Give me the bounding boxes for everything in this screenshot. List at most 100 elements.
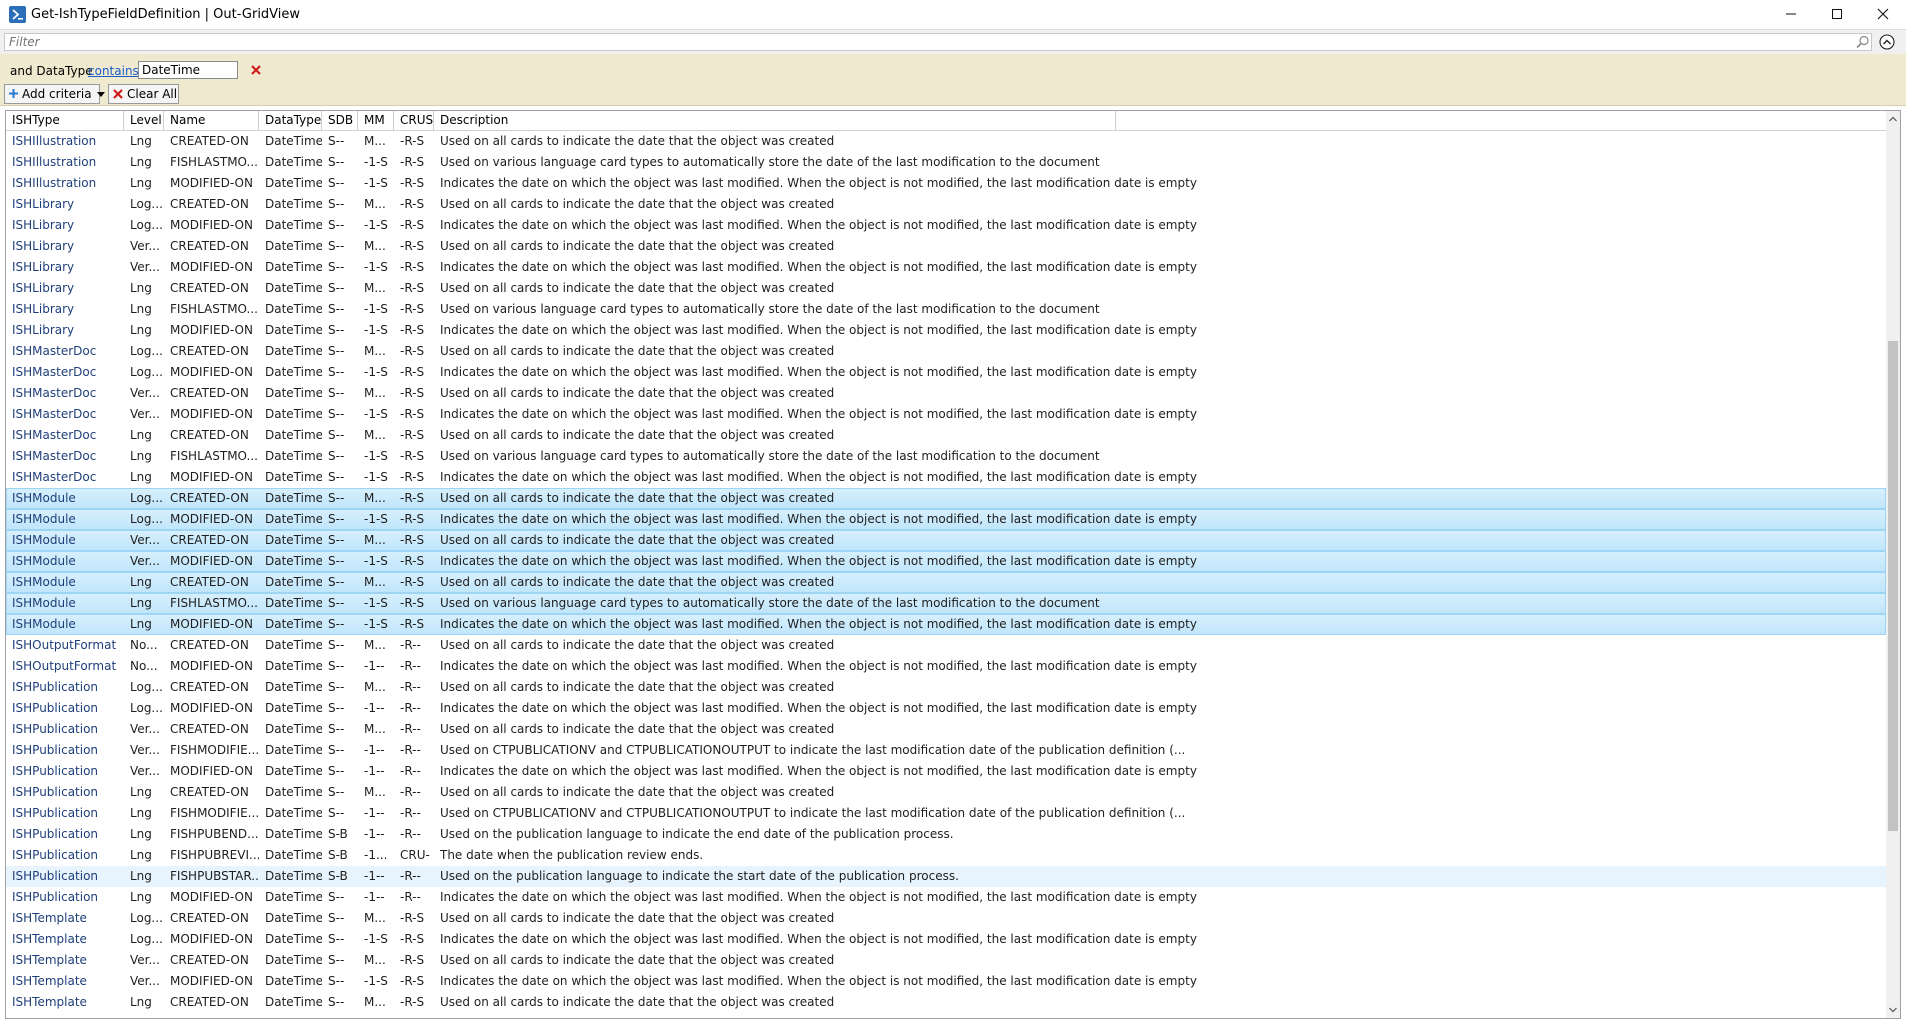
cell-mm: M... — [364, 638, 386, 652]
table-row[interactable]: ISHMasterDoc Ver... MODIFIED-ON DateTime S--… — [6, 404, 1886, 425]
column-header-ishtype[interactable]: ISHType — [6, 111, 124, 130]
table-row[interactable]: ISHPublication Ver... CREATED-ON DateTime S-… — [6, 719, 1886, 740]
cell-sdb: S-- — [328, 491, 345, 505]
close-button[interactable] — [1860, 0, 1906, 30]
cell-mm: -1-S — [364, 554, 388, 568]
table-row[interactable]: ISHLibrary Lng MODIFIED-ON DateTime S-- -1-S -… — [6, 320, 1886, 341]
table-row[interactable]: ISHPublication Lng FISHPUBREVI... DateTime S… — [6, 845, 1886, 866]
table-row[interactable]: ISHPublication Lng FISHPUBEND... DateTime S-… — [6, 824, 1886, 845]
table-row[interactable]: ISHMasterDoc Log... CREATED-ON DateTime S-- M… — [6, 341, 1886, 362]
table-row[interactable]: ISHPublication Log... MODIFIED-ON DateTime S… — [6, 698, 1886, 719]
table-row[interactable]: ISHOutputFormat No... CREATED-ON DateTime S-… — [6, 635, 1886, 656]
table-row[interactable]: ISHModule Ver... CREATED-ON DateTime S-- M...… — [6, 530, 1886, 551]
column-header-name[interactable]: Name — [164, 111, 259, 130]
clear-all-button[interactable]: Clear All — [108, 84, 179, 104]
cell-datatype: DateTime — [265, 554, 322, 568]
table-row[interactable]: ISHModule Lng FISHLASTMO... DateTime S-- -1-S… — [6, 593, 1886, 614]
collapse-criteria-icon[interactable] — [1879, 34, 1895, 50]
scroll-down-icon[interactable] — [1886, 1002, 1900, 1018]
cell-mm: -1-S — [364, 176, 388, 190]
cell-description: Used on all cards to indicate the date t… — [440, 638, 835, 652]
cell-description: Used on all cards to indicate the date t… — [440, 428, 835, 442]
cell-datatype: DateTime — [265, 680, 322, 694]
column-header-description[interactable]: Description — [434, 111, 1116, 130]
table-row[interactable]: ISHMasterDoc Log... MODIFIED-ON DateTime S--… — [6, 362, 1886, 383]
cell-datatype: DateTime — [265, 953, 322, 967]
table-row[interactable]: ISHPublication Lng MODIFIED-ON DateTime S-- -… — [6, 887, 1886, 908]
table-row[interactable]: ISHLibrary Lng CREATED-ON DateTime S-- M... -R… — [6, 278, 1886, 299]
table-row[interactable]: ISHModule Lng MODIFIED-ON DateTime S-- -1-S -R… — [6, 614, 1886, 635]
table-row[interactable]: ISHPublication Ver... MODIFIED-ON DateTime S… — [6, 761, 1886, 782]
table-row[interactable]: ISHLibrary Log... CREATED-ON DateTime S-- M..… — [6, 194, 1886, 215]
table-row[interactable]: ISHPublication Lng FISHPUBSTAR... DateTime S… — [6, 866, 1886, 887]
cell-ishtype: ISHOutputFormat — [12, 659, 117, 673]
table-row[interactable]: ISHTemplate Log... CREATED-ON DateTime S-- M.… — [6, 908, 1886, 929]
table-row[interactable]: ISHMasterDoc Lng CREATED-ON DateTime S-- M...… — [6, 425, 1886, 446]
minimize-button[interactable] — [1768, 0, 1814, 30]
table-row[interactable]: ISHLibrary Log... MODIFIED-ON DateTime S-- -1… — [6, 215, 1886, 236]
cell-sdb: S-- — [328, 281, 345, 295]
cell-name: CREATED-ON — [170, 953, 249, 967]
cell-crus: -R-S — [400, 911, 425, 925]
cell-name: MODIFIED-ON — [170, 932, 253, 946]
column-header-crus[interactable]: CRUS — [394, 111, 434, 130]
add-criteria-button[interactable]: Add criteria — [4, 84, 105, 104]
cell-sdb: S-- — [328, 680, 345, 694]
clear-all-label: Clear All — [127, 87, 178, 101]
table-row[interactable]: ISHModule Lng CREATED-ON DateTime S-- M... -R-… — [6, 572, 1886, 593]
table-row[interactable]: ISHModule Log... CREATED-ON DateTime S-- M...… — [6, 488, 1886, 509]
cell-mm: M... — [364, 911, 386, 925]
cell-description: Used on various language card types to a… — [440, 596, 1100, 610]
criteria-operator-link[interactable]: contains — [88, 64, 139, 78]
cell-datatype: DateTime — [265, 722, 322, 736]
column-header-sdb[interactable]: SDB — [322, 111, 358, 130]
table-row[interactable]: ISHPublication Ver... FISHMODIFIE... DateTi… — [6, 740, 1886, 761]
table-row[interactable]: ISHLibrary Ver... CREATED-ON DateTime S-- M..… — [6, 236, 1886, 257]
table-row[interactable]: ISHTemplate Ver... MODIFIED-ON DateTime S-- -… — [6, 971, 1886, 992]
cell-sdb: S-- — [328, 743, 345, 757]
table-row[interactable]: ISHMasterDoc Ver... CREATED-ON DateTime S-- M… — [6, 383, 1886, 404]
criteria-value-input[interactable] — [138, 61, 238, 79]
cell-name: FISHLASTMO... — [170, 155, 258, 169]
table-row[interactable]: ISHPublication Log... CREATED-ON DateTime S-… — [6, 677, 1886, 698]
scrollbar-thumb[interactable] — [1888, 341, 1898, 831]
table-row[interactable]: ISHTemplate Ver... CREATED-ON DateTime S-- M.… — [6, 950, 1886, 971]
table-row[interactable]: ISHLibrary Lng FISHLASTMO... DateTime S-- -1-… — [6, 299, 1886, 320]
table-row[interactable]: ISHPublication Lng FISHMODIFIE... DateTime S… — [6, 803, 1886, 824]
scroll-up-icon[interactable] — [1886, 111, 1900, 127]
cell-datatype: DateTime — [265, 890, 322, 904]
cell-level: Ver... — [130, 533, 160, 547]
chevron-down-icon — [96, 92, 105, 97]
table-row[interactable]: ISHModule Ver... MODIFIED-ON DateTime S-- -1-… — [6, 551, 1886, 572]
table-row[interactable]: ISHPublication Lng CREATED-ON DateTime S-- M.… — [6, 782, 1886, 803]
table-row[interactable]: ISHIllustration Lng CREATED-ON DateTime S-- M… — [6, 131, 1886, 152]
table-row[interactable]: ISHModule Log... MODIFIED-ON DateTime S-- -1-… — [6, 509, 1886, 530]
table-row[interactable]: ISHTemplate Log... MODIFIED-ON DateTime S-- -… — [6, 929, 1886, 950]
remove-criteria-icon[interactable] — [249, 63, 263, 77]
column-header-mm[interactable]: MM — [358, 111, 394, 130]
cell-datatype: DateTime — [265, 638, 322, 652]
cell-sdb: S-- — [328, 365, 345, 379]
cell-ishtype: ISHLibrary — [12, 197, 75, 211]
table-row[interactable]: ISHIllustration Lng FISHLASTMO... DateTime S… — [6, 152, 1886, 173]
cell-sdb: S-- — [328, 218, 345, 232]
table-row[interactable]: ISHOutputFormat No... MODIFIED-ON DateTime S… — [6, 656, 1886, 677]
table-row[interactable]: ISHTemplate Lng CREATED-ON DateTime S-- M... -… — [6, 992, 1886, 1013]
table-row[interactable]: ISHIllustration Lng MODIFIED-ON DateTime S--… — [6, 173, 1886, 194]
maximize-button[interactable] — [1814, 0, 1860, 30]
cell-ishtype: ISHTemplate — [12, 932, 87, 946]
table-row[interactable]: ISHLibrary Ver... MODIFIED-ON DateTime S-- -1… — [6, 257, 1886, 278]
table-row[interactable]: ISHMasterDoc Lng MODIFIED-ON DateTime S-- -1-… — [6, 467, 1886, 488]
table-row[interactable]: ISHMasterDoc Lng FISHLASTMO... DateTime S-- -… — [6, 446, 1886, 467]
column-header-datatype[interactable]: DataType — [259, 111, 322, 130]
cell-crus: -R-- — [400, 806, 421, 820]
column-header-level[interactable]: Level — [124, 111, 164, 130]
cell-name: MODIFIED-ON — [170, 323, 253, 337]
cell-sdb: S-- — [328, 911, 345, 925]
cell-name: CREATED-ON — [170, 995, 249, 1009]
cell-name: FISHPUBREVI... — [170, 848, 259, 862]
vertical-scrollbar[interactable] — [1886, 111, 1900, 1018]
cell-name: MODIFIED-ON — [170, 260, 253, 274]
cell-mm: M... — [364, 239, 386, 253]
filter-input[interactable] — [4, 33, 1872, 51]
